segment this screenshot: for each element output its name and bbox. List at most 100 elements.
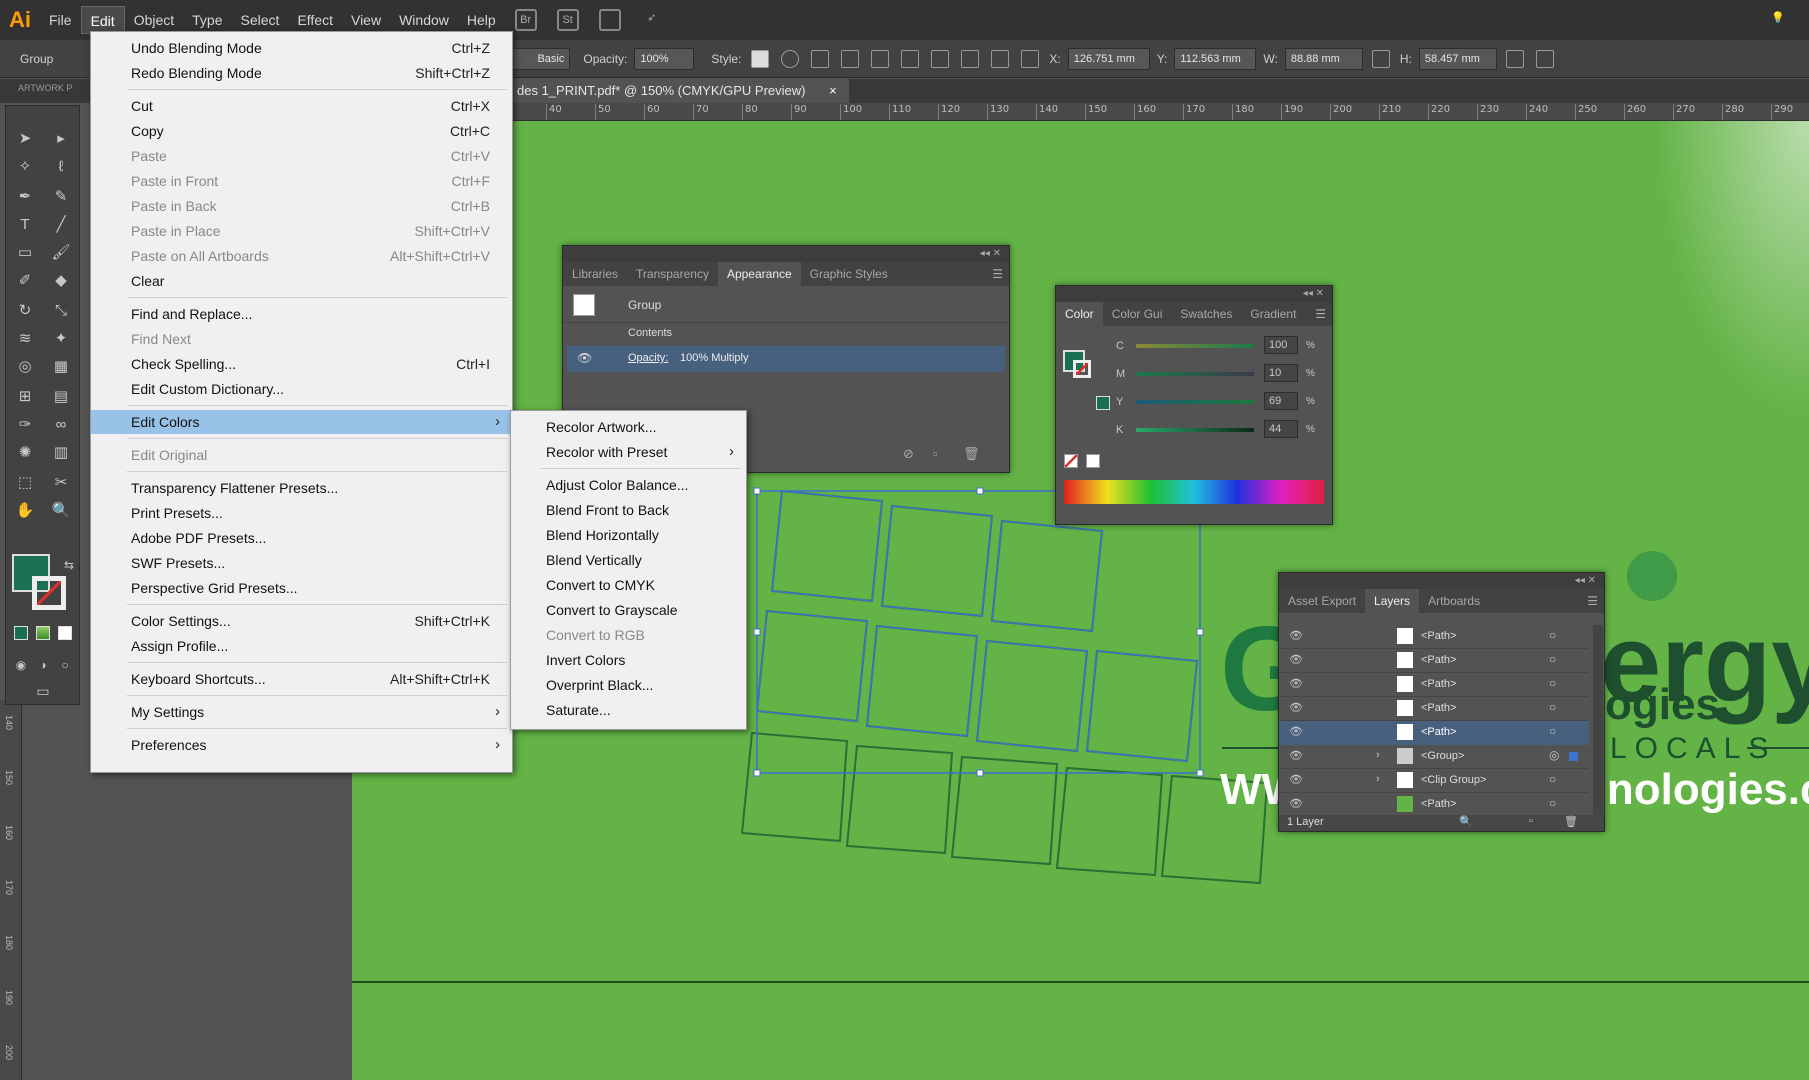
duplicate-item-icon[interactable]: ▫ (933, 446, 938, 461)
rotate-tool-icon[interactable]: ↻ (14, 300, 36, 322)
appearance-contents-row[interactable]: Contents (628, 327, 672, 339)
curvature-tool-icon[interactable]: ✎ (50, 186, 72, 208)
layer-row-selected[interactable]: 👁 <Path> ○ (1279, 721, 1589, 745)
recolor-icon[interactable] (781, 49, 800, 68)
channel-value-field[interactable]: 100 (1264, 336, 1298, 354)
menu-item-edit-original[interactable]: Edit Original (91, 443, 512, 467)
channel-slider-track[interactable] (1136, 372, 1254, 376)
panel-collapse-icon[interactable]: ◂◂ ✕ (1056, 286, 1332, 302)
menu-item-cut[interactable]: Cut Ctrl+X (91, 94, 512, 118)
layer-row[interactable]: 👁 <Path> ○ (1279, 625, 1589, 649)
width-tool-icon[interactable]: ≋ (14, 328, 36, 350)
target-circle-icon[interactable]: ○ (1549, 676, 1556, 690)
visibility-eye-icon[interactable]: 👁 (1289, 677, 1303, 690)
document-tab[interactable]: des 1_PRINT.pdf* @ 150% (CMYK/GPU Previe… (505, 79, 849, 103)
layer-row[interactable]: 👁 <Path> ○ (1279, 649, 1589, 673)
channel-slider-track[interactable] (1136, 428, 1254, 432)
appearance-opacity-row[interactable]: 👁 Opacity: 100% Multiply (567, 346, 1005, 372)
hand-tool-icon[interactable]: ✋ (14, 500, 36, 522)
panel-collapse-icon[interactable]: ◂◂ ✕ (1279, 573, 1604, 589)
menu-select[interactable]: Select (232, 6, 289, 34)
menu-help[interactable]: Help (458, 6, 505, 34)
channel-slider-track[interactable] (1136, 400, 1254, 404)
tab-artboards[interactable]: Artboards (1419, 589, 1489, 613)
w-field[interactable]: 88.88 mm (1284, 47, 1363, 70)
menu-item-paste-in-place[interactable]: Paste in Place Shift+Ctrl+V (91, 219, 512, 243)
tab-transparency[interactable]: Transparency (627, 262, 718, 286)
menu-edit[interactable]: Edit (80, 6, 125, 34)
tab-color-guide[interactable]: Color Gui (1103, 302, 1172, 326)
channel-value-field[interactable]: 69 (1264, 392, 1298, 410)
target-circle-icon[interactable]: ○ (1549, 700, 1556, 714)
menu-window[interactable]: Window (390, 6, 458, 34)
y-field[interactable]: 112.563 mm (1174, 47, 1257, 70)
tab-swatches[interactable]: Swatches (1171, 302, 1241, 326)
target-circle-icon[interactable]: ○ (1549, 796, 1556, 810)
align-right-icon[interactable] (901, 49, 920, 68)
out-of-gamut-swatch[interactable] (1096, 396, 1110, 410)
blend-tool-icon[interactable]: ∞ (50, 414, 72, 436)
perspective-grid-tool-icon[interactable]: ▦ (50, 356, 72, 378)
layer-row[interactable]: 👁 › <Clip Group> ○ (1279, 769, 1589, 793)
draw-normal-icon[interactable]: ◉ (10, 654, 32, 676)
align-middle-icon[interactable] (961, 49, 980, 68)
menu-view[interactable]: View (342, 6, 390, 34)
align-center-icon[interactable] (871, 49, 890, 68)
align-left-icon[interactable] (841, 49, 860, 68)
visibility-eye-icon[interactable]: 👁 (1289, 749, 1303, 762)
menu-item-undo[interactable]: Undo Blending Mode Ctrl+Z (91, 36, 512, 60)
submenu-item-saturate[interactable]: Saturate... (511, 698, 746, 722)
lasso-tool-icon[interactable]: ℓ (50, 156, 72, 178)
channel-value-field[interactable]: 10 (1264, 364, 1298, 382)
panel-collapse-icon[interactable]: ◂◂ ✕ (563, 246, 1009, 262)
channel-value-field[interactable]: 44 (1264, 420, 1298, 438)
shaper-tool-icon[interactable]: ✐ (14, 270, 36, 292)
panel-menu-icon[interactable]: ☰ (1587, 594, 1598, 608)
tab-color[interactable]: Color (1056, 302, 1103, 326)
line-tool-icon[interactable]: ╱ (50, 214, 72, 236)
lightbulb-icon[interactable]: 💡 (1767, 9, 1789, 31)
menu-item-redo[interactable]: Redo Blending Mode Shift+Ctrl+Z (91, 61, 512, 85)
menu-item-paste[interactable]: Paste Ctrl+V (91, 144, 512, 168)
expand-arrow-icon[interactable]: › (1376, 749, 1380, 761)
submenu-item-convert-cmyk[interactable]: Convert to CMYK (511, 573, 746, 597)
clear-appearance-icon[interactable]: ⊘ (903, 446, 914, 462)
white-swatch[interactable] (1086, 454, 1100, 468)
menu-type[interactable]: Type (183, 6, 231, 34)
submenu-item-invert-colors[interactable]: Invert Colors (511, 648, 746, 672)
selection-indicator[interactable] (1569, 752, 1578, 761)
submenu-item-recolor-preset[interactable]: Recolor with Preset › (511, 440, 746, 464)
target-circle-icon[interactable]: ○ (1549, 652, 1556, 666)
panel-menu-icon[interactable]: ☰ (992, 267, 1003, 281)
menu-effect[interactable]: Effect (288, 6, 342, 34)
menu-item-paste-in-back[interactable]: Paste in Back Ctrl+B (91, 194, 512, 218)
menu-item-assign-profile[interactable]: Assign Profile... (91, 634, 512, 658)
direct-selection-tool-icon[interactable]: ▸ (50, 128, 72, 150)
layer-row[interactable]: 👁 <Path> ○ (1279, 697, 1589, 721)
zoom-tool-icon[interactable]: 🔍 (50, 500, 72, 522)
puppet-warp-tool-icon[interactable]: ✦ (50, 328, 72, 350)
visibility-eye-icon[interactable]: 👁 (1289, 629, 1303, 642)
draw-inside-icon[interactable]: ○ (54, 654, 76, 676)
visibility-eye-icon[interactable]: 👁 (1289, 797, 1303, 810)
swap-fill-stroke-icon[interactable]: ⇆ (58, 554, 80, 576)
menu-object[interactable]: Object (125, 6, 183, 34)
menu-item-preferences[interactable]: Preferences › (91, 733, 512, 757)
menu-item-edit-dictionary[interactable]: Edit Custom Dictionary... (91, 377, 512, 401)
menu-item-print-presets[interactable]: Print Presets... (91, 501, 512, 525)
slice-tool-icon[interactable]: ✂ (50, 472, 72, 494)
screen-mode-icon[interactable]: ▭ (32, 680, 54, 702)
target-circle-icon[interactable]: ○ (1549, 772, 1556, 786)
transform-icon[interactable] (811, 49, 830, 68)
paintbrush-tool-icon[interactable]: 🖌 (50, 242, 72, 264)
tab-gradient[interactable]: Gradient (1241, 302, 1305, 326)
menu-item-paste-all-artboards[interactable]: Paste on All Artboards Alt+Shift+Ctrl+V (91, 244, 512, 268)
menu-item-clear[interactable]: Clear (91, 269, 512, 293)
layer-row[interactable]: 👁 › <Group> ◎ (1279, 745, 1589, 769)
visibility-eye-icon[interactable]: 👁 (1289, 653, 1303, 666)
visibility-eye-icon[interactable]: 👁 (577, 351, 592, 365)
layer-row[interactable]: 👁 <Path> ○ (1279, 673, 1589, 697)
pen-tool-icon[interactable]: ✒ (14, 186, 36, 208)
expand-arrow-icon[interactable]: › (1376, 773, 1380, 785)
submenu-item-adjust-balance[interactable]: Adjust Color Balance... (511, 473, 746, 497)
